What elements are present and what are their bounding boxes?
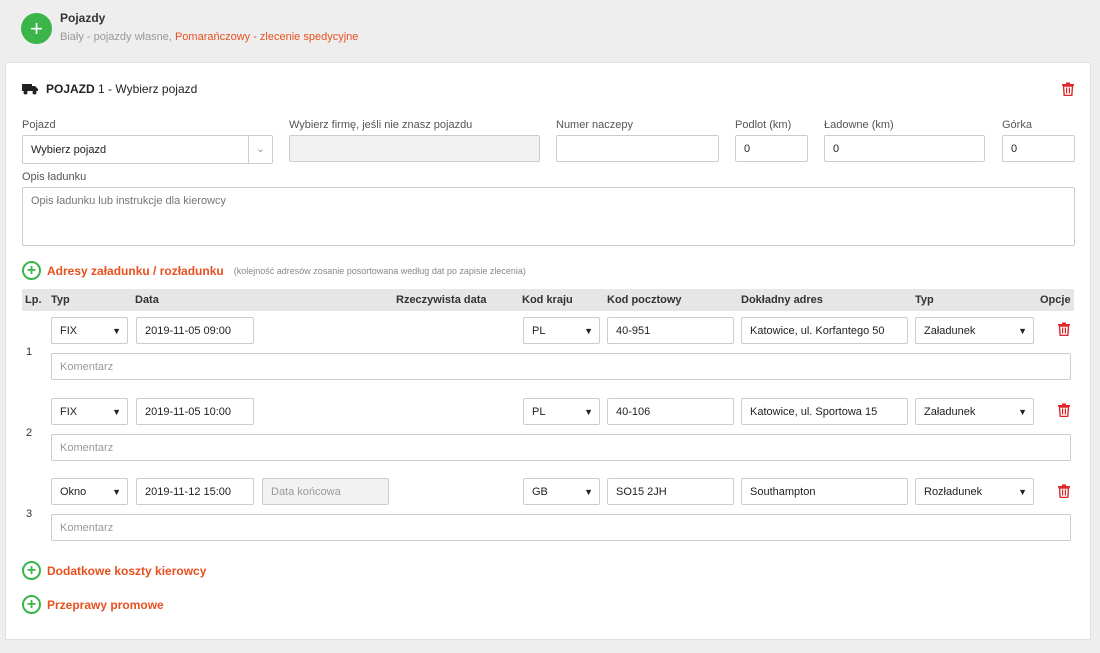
caret-down-icon: ▼	[1018, 325, 1027, 336]
caret-down-icon: ▼	[584, 325, 593, 336]
vehicle-select[interactable]: Wybierz pojazd ⌄	[22, 135, 273, 164]
row-3-kind-select[interactable]: Rozładunek ▼	[915, 478, 1034, 505]
address-table-header: Lp. Typ Data Rzeczywista data Kod kraju …	[22, 289, 1074, 311]
row-1-postal-input[interactable]: 40-951	[607, 317, 734, 344]
add-extra-costs-link[interactable]: + Dodatkowe koszty kierowcy	[22, 561, 206, 580]
loaded-km-label: Ładowne (km)	[824, 119, 894, 131]
row-1-type-select[interactable]: FIX ▼	[51, 317, 128, 344]
col-options: Opcje	[1040, 294, 1071, 306]
trailer-label: Numer naczepy	[556, 119, 634, 131]
add-address-link[interactable]: + Adresy załadunku / rozładunku (kolejno…	[22, 261, 526, 280]
legend-text: Biały - pojazdy własne, Pomarańczowy - z…	[60, 31, 358, 43]
row-2-postal-input[interactable]: 40-106	[607, 398, 734, 425]
vehicle-title: POJAZD 1 - Wybierz pojazd	[22, 82, 197, 96]
row-3-comment-input[interactable]: Komentarz	[51, 514, 1071, 541]
vehicle-select-value: Wybierz pojazd	[31, 143, 107, 156]
podlot-label: Podlot (km)	[735, 119, 792, 131]
row-2-country-select[interactable]: PL ▼	[523, 398, 600, 425]
row-2-kind-value: Załadunek	[924, 405, 976, 418]
legend-forwarding: Pomarańczowy - zlecenie spedycyjne	[174, 31, 359, 43]
caret-down-icon: ▼	[112, 486, 121, 497]
address-sort-note: (kolejność adresów zosanie posortowana w…	[233, 265, 526, 276]
cargo-description-input[interactable]	[22, 187, 1075, 246]
row-2-lp: 2	[26, 427, 33, 439]
row-3-country-select[interactable]: GB ▼	[523, 478, 600, 505]
row-3-type-value: Okno	[60, 485, 87, 498]
vehicles-header: + Pojazdy Biały - pojazdy własne, Pomara…	[0, 0, 1100, 62]
gorka-label: Górka	[1002, 119, 1032, 131]
row-3-lp: 3	[26, 508, 33, 520]
gorka-input[interactable]: 0	[1002, 135, 1075, 162]
col-country: Kod kraju	[522, 294, 573, 306]
podlot-input[interactable]: 0	[735, 135, 808, 162]
ferries-label: Przeprawy promowe	[47, 597, 164, 612]
col-date: Data	[135, 294, 159, 306]
row-1-date-input[interactable]: 2019-11-05 09:00	[136, 317, 254, 344]
row-1-kind-value: Załadunek	[924, 324, 976, 337]
row-3-end-date-input[interactable]: Data końcowa	[262, 478, 389, 505]
extra-costs-label: Dodatkowe koszty kierowcy	[47, 563, 207, 578]
row-2-kind-select[interactable]: Załadunek ▼	[915, 398, 1034, 425]
caret-down-icon: ▼	[1018, 486, 1027, 497]
delete-vehicle-trash-icon[interactable]	[1061, 82, 1075, 96]
row-2-delete-trash-icon[interactable]	[1057, 403, 1071, 417]
row-2-type-value: FIX	[60, 405, 78, 418]
plus-circle-icon: +	[22, 595, 41, 614]
vehicle-label-rest: 1 - Wybierz pojazd	[94, 82, 198, 96]
row-1-lp: 1	[26, 346, 33, 358]
col-postal: Kod pocztowy	[607, 294, 682, 306]
row-3-delete-trash-icon[interactable]	[1057, 484, 1071, 498]
trailer-input[interactable]	[556, 135, 719, 162]
row-1-kind-select[interactable]: Załadunek ▼	[915, 317, 1034, 344]
row-3-kind-value: Rozładunek	[924, 485, 983, 498]
add-ferries-link[interactable]: + Przeprawy promowe	[22, 595, 164, 614]
row-3-type-select[interactable]: Okno ▼	[51, 478, 128, 505]
row-3-postal-input[interactable]: SO15 2JH	[607, 478, 734, 505]
row-3-date-input[interactable]: 2019-11-12 15:00	[136, 478, 254, 505]
vehicle-card: POJAZD 1 - Wybierz pojazd Pojazd Wybierz…	[5, 62, 1091, 640]
plus-circle-icon: +	[22, 261, 41, 280]
caret-down-icon: ▼	[1018, 406, 1027, 417]
row-2-date-input[interactable]: 2019-11-05 10:00	[136, 398, 254, 425]
caret-down-icon: ▼	[112, 406, 121, 417]
add-address-label: Adresy załadunku / rozładunku	[47, 263, 224, 278]
caret-down-icon: ▼	[112, 325, 121, 336]
plus-circle-icon: +	[22, 561, 41, 580]
row-3-address-input[interactable]: Southampton	[741, 478, 908, 505]
row-3-country-value: GB	[532, 485, 548, 498]
row-1-delete-trash-icon[interactable]	[1057, 322, 1071, 336]
vehicle-select-label: Pojazd	[22, 119, 56, 131]
company-input[interactable]	[289, 135, 540, 162]
col-kind: Typ	[915, 294, 934, 306]
row-2-country-value: PL	[532, 405, 546, 418]
col-type: Typ	[51, 294, 70, 306]
truck-icon	[22, 84, 38, 95]
caret-down-icon: ▼	[584, 406, 593, 417]
row-2-address-input[interactable]: Katowice, ul. Sportowa 15	[741, 398, 908, 425]
row-1-address-input[interactable]: Katowice, ul. Korfantego 50	[741, 317, 908, 344]
company-label: Wybierz firmę, jeśli nie znasz pojazdu	[289, 119, 473, 131]
plus-icon: +	[30, 15, 43, 41]
caret-down-icon: ▼	[584, 486, 593, 497]
col-address: Dokładny adres	[741, 294, 823, 306]
page-title: Pojazdy	[60, 11, 106, 25]
col-actual-date: Rzeczywista data	[396, 294, 487, 306]
chevron-down-icon: ⌄	[248, 136, 272, 163]
row-1-comment-input[interactable]: Komentarz	[51, 353, 1071, 380]
legend-own: Biały - pojazdy własne,	[60, 31, 175, 43]
loaded-km-input[interactable]: 0	[824, 135, 985, 162]
row-2-comment-input[interactable]: Komentarz	[51, 434, 1071, 461]
row-1-country-select[interactable]: PL ▼	[523, 317, 600, 344]
cargo-description-label: Opis ładunku	[22, 171, 87, 183]
row-2-type-select[interactable]: FIX ▼	[51, 398, 128, 425]
row-1-type-value: FIX	[60, 324, 78, 337]
vehicle-label-bold: POJAZD	[46, 82, 95, 96]
add-vehicle-button[interactable]: +	[21, 13, 52, 44]
col-lp: Lp.	[25, 294, 42, 306]
row-1-country-value: PL	[532, 324, 546, 337]
